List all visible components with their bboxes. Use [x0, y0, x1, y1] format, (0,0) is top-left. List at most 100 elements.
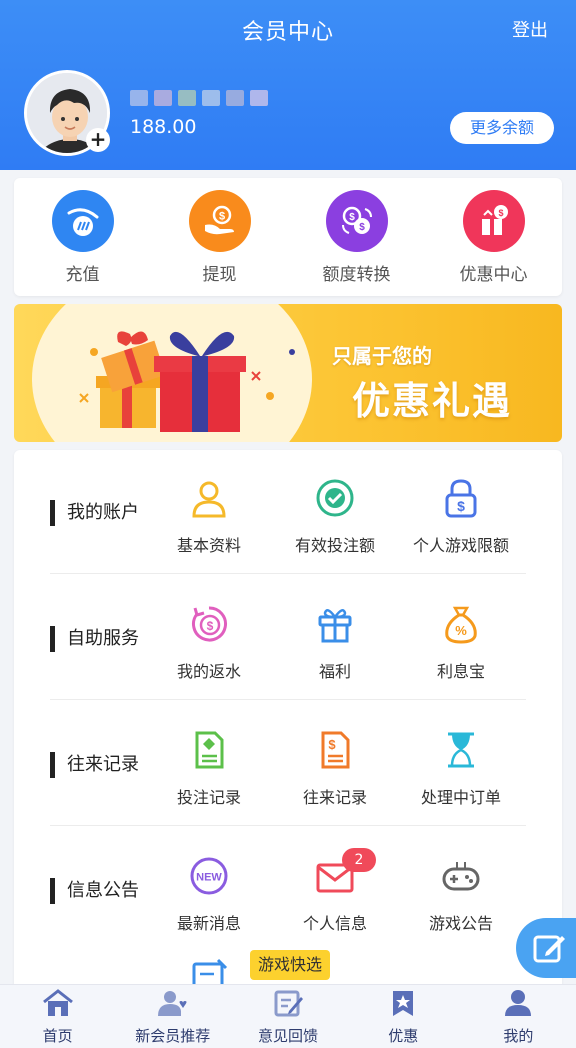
- nav-mine[interactable]: 我的: [461, 985, 576, 1048]
- bet-record-icon: [195, 731, 224, 769]
- menu-item-personal-messages[interactable]: 2 个人信息: [270, 848, 400, 934]
- chip-icon: [316, 479, 354, 517]
- gamepad-icon: [442, 862, 480, 891]
- svg-text:%: %: [455, 623, 467, 638]
- category-title: 我的账户: [50, 500, 139, 526]
- quick-action-label: 充值: [65, 265, 100, 285]
- menu-item-label: 利息宝: [436, 662, 485, 681]
- transaction-record-icon: $: [321, 731, 350, 769]
- logout-button[interactable]: 登出: [512, 16, 548, 42]
- menu-item-bet-records[interactable]: 投注记录: [144, 730, 274, 808]
- category-title: 往来记录: [50, 752, 139, 778]
- svg-text:$: $: [207, 619, 214, 633]
- rebate-icon: $: [192, 606, 227, 642]
- money-bag-icon: %: [445, 606, 477, 644]
- unread-count-badge: 2: [342, 848, 376, 872]
- menu-item-label: 往来记录: [302, 788, 367, 807]
- nav-referral[interactable]: 新会员推荐: [115, 985, 230, 1048]
- nav-feedback[interactable]: 意见回馈: [230, 985, 345, 1048]
- menu-item-label: 投注记录: [176, 788, 241, 807]
- hourglass-icon: [448, 732, 474, 768]
- category-title: 自助服务: [50, 626, 139, 652]
- username-blur-block: [154, 90, 172, 106]
- transfer-icon: $ $: [325, 190, 388, 252]
- lock-dollar-icon: $: [445, 479, 477, 518]
- svg-text:$: $: [359, 222, 365, 233]
- banner-subtitle: 只属于您的: [332, 344, 432, 368]
- menu-item-label: 基本资料: [176, 536, 241, 555]
- nav-label: 意见回馈: [258, 1027, 319, 1045]
- quick-action-label: 提现: [202, 265, 237, 285]
- bottom-nav: 首页 新会员推荐 意见回馈 优惠 我的: [0, 984, 576, 1048]
- menu-item-transaction-records[interactable]: $ 往来记录: [270, 730, 400, 808]
- promo-banner[interactable]: 只属于您的 优惠礼遇: [14, 304, 562, 442]
- quick-action-recharge[interactable]: 充值: [14, 178, 151, 296]
- menu-item-valid-bets[interactable]: 有效投注额: [270, 478, 400, 556]
- menu-row-announcements: 信息公告 NEW 最新消息 2 个人信息 游戏公告: [50, 828, 526, 952]
- svg-text:NEW: NEW: [196, 872, 222, 884]
- gift-icon: [318, 609, 352, 643]
- menu-card: 我的账户 基本资料 有效投注额 $ 个人游戏限额 自助服务 $ 我的返水 福利 …: [14, 450, 562, 1010]
- feedback-icon: [274, 990, 303, 1017]
- floating-edit-button[interactable]: [516, 918, 576, 978]
- menu-row-records: 往来记录 投注记录 $ 往来记录 处理中订单: [50, 702, 526, 826]
- recharge-icon: [51, 190, 114, 252]
- quick-action-transfer[interactable]: $ $ 额度转换: [288, 178, 425, 296]
- promo-star-icon: [393, 991, 414, 1016]
- menu-item-label: 游戏公告: [428, 914, 493, 933]
- menu-item-label: 最新消息: [176, 914, 241, 933]
- menu-item-latest-news[interactable]: NEW 最新消息: [144, 856, 274, 934]
- promo-gift-icon: $: [462, 190, 525, 252]
- home-icon: [42, 989, 73, 1016]
- category-title: 信息公告: [50, 878, 139, 904]
- gift-boxes-illustration-icon: [79, 331, 295, 432]
- username-blur-block: [226, 90, 244, 106]
- quick-action-promo-center[interactable]: $ 优惠中心: [425, 178, 562, 296]
- quick-action-label: 优惠中心: [459, 265, 528, 285]
- menu-row-account: 我的账户 基本资料 有效投注额 $ 个人游戏限额: [50, 450, 526, 574]
- row-divider: [50, 825, 526, 826]
- username-blur-block: [202, 90, 220, 106]
- nav-label: 我的: [503, 1027, 534, 1045]
- quick-action-withdraw[interactable]: $ 提现: [151, 178, 288, 296]
- menu-item-rebate[interactable]: $ 我的返水: [144, 604, 274, 682]
- game-quick-select-button[interactable]: 游戏快选: [250, 950, 330, 980]
- nav-label: 优惠: [388, 1027, 419, 1045]
- menu-item-label: 有效投注额: [294, 536, 375, 555]
- menu-item-label: 个人信息: [302, 914, 367, 933]
- svg-text:$: $: [349, 212, 355, 223]
- menu-item-label: 福利: [318, 662, 351, 681]
- nav-home[interactable]: 首页: [0, 985, 115, 1048]
- banner-title: 优惠礼遇: [352, 379, 513, 423]
- row-divider: [50, 699, 526, 700]
- new-badge-icon: NEW: [190, 857, 228, 895]
- menu-item-welfare[interactable]: 福利: [270, 604, 400, 682]
- svg-text:$: $: [498, 208, 503, 218]
- header: 会员中心 登出 + 188.00 更多余额: [0, 0, 576, 170]
- username-blur-block: [130, 90, 148, 106]
- add-avatar-icon[interactable]: +: [86, 128, 110, 152]
- quick-action-label: 额度转换: [322, 265, 391, 285]
- balance-value: 188.00: [130, 116, 197, 138]
- menu-item-game-announcements[interactable]: 游戏公告: [396, 856, 526, 934]
- username-blur-block: [178, 90, 196, 106]
- menu-item-label: 处理中订单: [420, 788, 501, 807]
- svg-text:$: $: [328, 737, 336, 752]
- more-balance-button[interactable]: 更多余额: [450, 112, 554, 144]
- menu-item-interest[interactable]: % 利息宝: [396, 604, 526, 682]
- username-blurred: [130, 90, 268, 106]
- menu-item-game-limit[interactable]: $ 个人游戏限额: [396, 478, 526, 556]
- nav-promotions[interactable]: 优惠: [346, 985, 461, 1048]
- row-divider: [50, 573, 526, 574]
- menu-row-self-service: 自助服务 $ 我的返水 福利 % 利息宝: [50, 576, 526, 700]
- quick-actions-card: 充值 $ 提现 $ $ 额度转换 $ 优惠中心: [14, 178, 562, 296]
- user-profile-icon: [192, 481, 226, 518]
- menu-item-basic-info[interactable]: 基本资料: [144, 478, 274, 556]
- referral-icon: [157, 991, 187, 1016]
- edit-icon: [533, 935, 565, 963]
- svg-text:$: $: [457, 498, 465, 514]
- nav-label: 首页: [42, 1027, 73, 1045]
- svg-text:$: $: [218, 211, 224, 223]
- withdraw-icon: $: [188, 190, 251, 252]
- menu-item-pending-orders[interactable]: 处理中订单: [396, 730, 526, 808]
